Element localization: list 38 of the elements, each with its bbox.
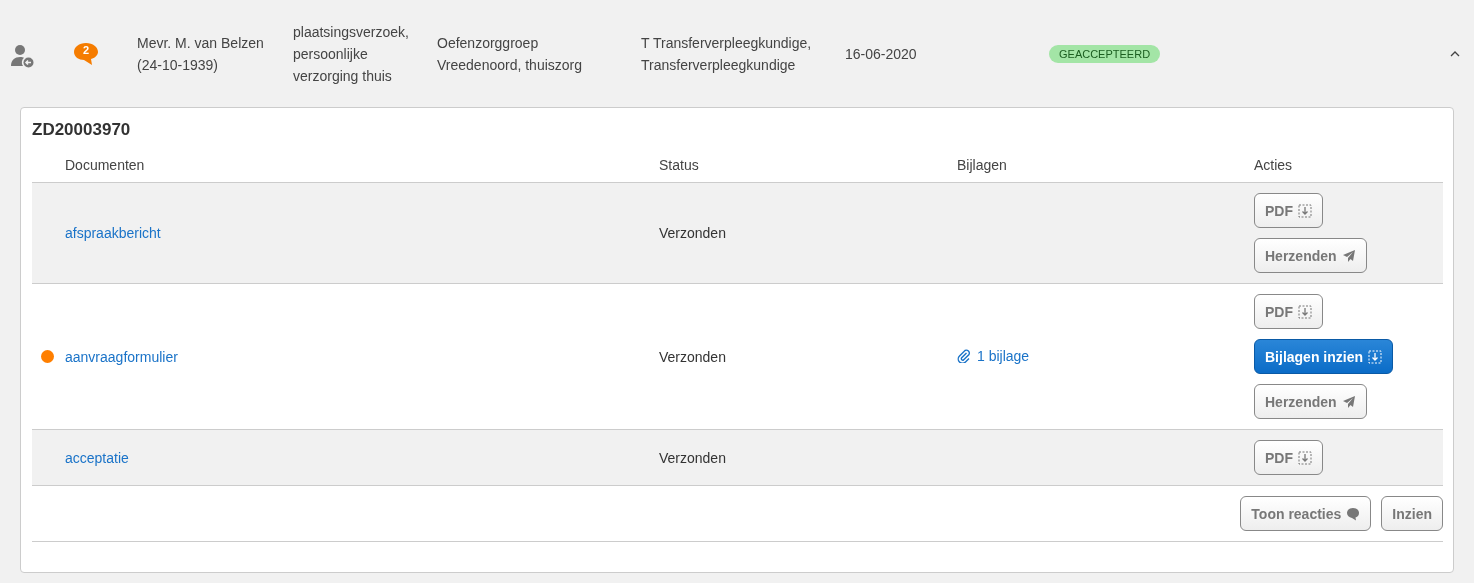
request-type: plaatsingsverzoek, persoonlijke verzorging thuis — [293, 22, 410, 86]
view-button[interactable]: Inzien — [1381, 496, 1443, 531]
paper-plane-icon — [1341, 394, 1356, 409]
download-icon — [1298, 304, 1312, 319]
document-link[interactable]: aanvraagformulier — [65, 348, 178, 365]
dossier-number: ZD20003970 — [32, 120, 132, 141]
paper-plane-icon — [1341, 248, 1356, 263]
person-return-icon — [10, 43, 34, 68]
column-header: Acties — [1254, 157, 1294, 173]
pdf-button[interactable]: PDF — [1254, 294, 1323, 329]
attachment-link[interactable]: 1 bijlage — [977, 347, 1030, 364]
resend-button[interactable]: Herzenden — [1254, 384, 1367, 419]
status-text: Verzonden — [659, 449, 726, 466]
download-icon — [1368, 349, 1382, 364]
status-badge: GEACCEPTEERD — [1049, 44, 1161, 63]
document-link[interactable]: afspraakbericht — [65, 225, 161, 241]
column-header: Status — [659, 157, 700, 173]
view-attachments-button[interactable]: Bijlagen inzien — [1254, 339, 1393, 374]
download-icon — [1298, 203, 1312, 218]
show-comments-button[interactable]: Toon reacties — [1240, 496, 1372, 531]
organisation-name: Oefenzorggroep Vreedenoord, thuiszorg — [437, 33, 584, 75]
download-icon — [1298, 450, 1312, 465]
speech-bubble-icon — [73, 41, 99, 66]
column-header: Documenten — [65, 157, 146, 173]
pdf-button[interactable]: PDF — [1254, 193, 1323, 228]
document-link[interactable]: acceptatie — [65, 449, 129, 466]
contact-name: T Transferverpleegkundige, Transferverpleegkundige — [641, 33, 813, 75]
date-text: 16-06-2020 — [845, 44, 918, 64]
status-text: Verzonden — [659, 225, 726, 241]
pdf-button[interactable]: PDF — [1254, 440, 1323, 475]
client-name: Mevr. M. van Belzen (24-10-1939) — [137, 33, 265, 75]
paperclip-icon — [957, 348, 971, 363]
chevron-up-icon[interactable] — [1450, 50, 1460, 57]
column-header: Bijlagen — [957, 157, 1008, 173]
resend-button[interactable]: Herzenden — [1254, 238, 1367, 273]
speech-bubble-icon — [1346, 506, 1361, 521]
message-count: 2 — [83, 43, 90, 57]
status-text: Verzonden — [659, 348, 726, 365]
